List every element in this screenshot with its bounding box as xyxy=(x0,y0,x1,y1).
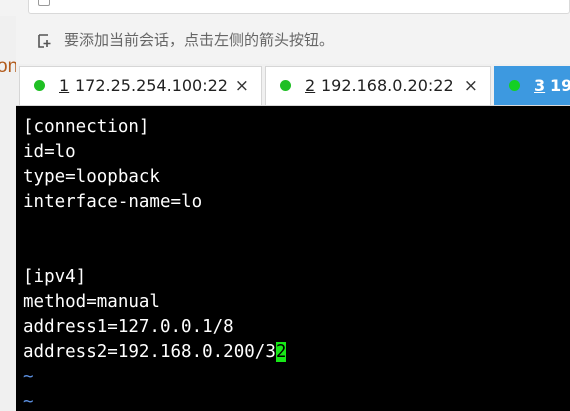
tab-number: 2 xyxy=(305,76,316,95)
address-strip xyxy=(0,0,570,16)
tab-host: 192.168.0.22:22 xyxy=(550,76,570,95)
session-tab-2[interactable]: 2 192.168.0.20:22 × xyxy=(265,66,491,105)
terminal-cursor: 2 xyxy=(275,342,287,362)
tab-number: 1 xyxy=(59,76,70,95)
connected-status-icon xyxy=(509,80,520,91)
terminal-line: type=loopback xyxy=(23,167,160,187)
close-icon[interactable]: × xyxy=(464,76,478,96)
terminal-lines: [connection] id=lo type=loopback interfa… xyxy=(23,115,287,411)
page-icon xyxy=(38,0,50,6)
empty-buffer-line: ~ xyxy=(23,367,34,387)
connected-status-icon xyxy=(34,80,45,91)
terminal-line: [connection] xyxy=(23,117,150,137)
terminal-line: address1=127.0.0.1/8 xyxy=(23,317,234,337)
terminal-line: interface-name=lo xyxy=(23,192,203,212)
terminal-line: method=manual xyxy=(23,292,160,312)
address-box[interactable] xyxy=(28,0,570,14)
session-tab-3[interactable]: 3 192.168.0.22:22 xyxy=(494,66,570,105)
terminal-line-cursor: address2=192.168.0.200/32 xyxy=(23,340,287,365)
tab-number: 3 xyxy=(534,76,546,95)
connected-status-icon xyxy=(280,80,291,91)
session-hint-text: 要添加当前会话，点击左侧的箭头按钮。 xyxy=(64,31,335,49)
session-hint-bar: 要添加当前会话，点击左侧的箭头按钮。 xyxy=(16,16,570,64)
tab-host: 192.168.0.20:22 xyxy=(321,76,454,95)
session-tab-1[interactable]: 1 172.25.254.100:22 × xyxy=(19,66,262,105)
close-icon[interactable]: × xyxy=(235,76,249,96)
left-pane-edge: on xyxy=(0,16,18,411)
add-session-icon[interactable] xyxy=(36,33,54,49)
terminal-line: [ipv4] xyxy=(23,267,87,287)
tab-host: 172.25.254.100:22 xyxy=(75,76,228,95)
terminal-line-text: address2=192.168.0.200/3 xyxy=(23,342,276,362)
ssh-client-window: on 要添加当前会话，点击左侧的箭头按钮。 1 172.25.254.100:2… xyxy=(0,0,570,411)
terminal-line: id=lo xyxy=(23,142,76,162)
empty-buffer-line: ~ xyxy=(23,392,34,411)
session-tab-bar: 1 172.25.254.100:22 × 2 192.168.0.20:22 … xyxy=(16,64,570,106)
terminal-view[interactable]: [connection] id=lo type=loopback interfa… xyxy=(16,106,570,411)
